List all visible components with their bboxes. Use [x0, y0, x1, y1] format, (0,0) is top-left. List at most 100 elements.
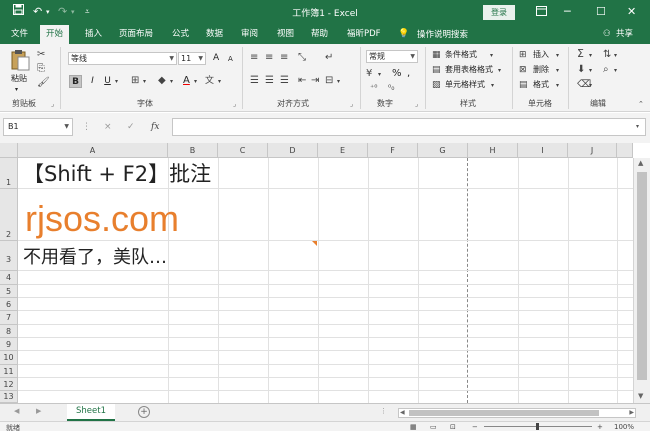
- font-color-button[interactable]: A: [183, 75, 190, 87]
- cell-a3[interactable]: 不用看了，美队…: [23, 246, 167, 270]
- align-middle-icon[interactable]: ≡: [265, 52, 273, 64]
- align-top-icon[interactable]: ≡: [250, 52, 258, 64]
- underline-button[interactable]: U: [101, 75, 114, 88]
- enter-formula-button[interactable]: ✓: [127, 122, 135, 132]
- column-header[interactable]: [617, 143, 633, 158]
- row-header[interactable]: 13: [0, 391, 18, 403]
- column-header[interactable]: B: [168, 143, 218, 158]
- fill-icon[interactable]: ⬇: [577, 64, 585, 76]
- chevron-down-icon[interactable]: ▾: [556, 65, 559, 77]
- insert-function-button[interactable]: fx: [151, 122, 159, 132]
- chevron-down-icon[interactable]: ▾: [15, 84, 18, 96]
- row-header[interactable]: 10: [0, 351, 18, 365]
- zoom-in-icon[interactable]: +: [597, 423, 603, 431]
- find-select-icon[interactable]: ⌕: [603, 64, 609, 76]
- ribbon-display-icon[interactable]: [536, 5, 547, 21]
- decrease-indent-icon[interactable]: ⇤: [298, 75, 306, 87]
- currency-icon[interactable]: ¥: [366, 68, 372, 80]
- chevron-down-icon[interactable]: ▾: [556, 50, 559, 62]
- row-header[interactable]: 12: [0, 378, 18, 391]
- number-format-select[interactable]: 常规 ▼: [366, 50, 418, 63]
- chevron-down-icon[interactable]: ▾: [218, 76, 221, 88]
- row-header[interactable]: 5: [0, 285, 18, 298]
- insert-cells-button[interactable]: 插入: [533, 49, 549, 61]
- chevron-down-icon[interactable]: ▾: [378, 69, 381, 81]
- tab-split-icon[interactable]: ⋮: [380, 407, 387, 415]
- increase-decimal-icon[interactable]: ⁺⁰: [370, 82, 377, 94]
- comment-indicator[interactable]: [312, 241, 317, 246]
- chevron-down-icon[interactable]: ▾: [589, 65, 592, 77]
- maximize-icon[interactable]: ☐: [596, 4, 606, 20]
- close-icon[interactable]: ✕: [627, 4, 636, 20]
- zoom-out-icon[interactable]: −: [472, 423, 478, 431]
- chevron-down-icon[interactable]: ▾: [170, 76, 173, 88]
- collapse-ribbon-icon[interactable]: ⌃: [638, 98, 644, 110]
- shrink-font-button[interactable]: A: [228, 53, 233, 65]
- worksheet-grid[interactable]: A B C D E F G H I J 1 2 3 4 5 6 7 8 9 10…: [0, 143, 650, 403]
- chevron-down-icon[interactable]: ▾: [143, 76, 146, 88]
- tab-review[interactable]: 审阅: [241, 28, 258, 41]
- align-right-icon[interactable]: ☰: [280, 75, 289, 87]
- column-header[interactable]: D: [268, 143, 318, 158]
- row-header[interactable]: 11: [0, 365, 18, 378]
- page-layout-view-icon[interactable]: ▭: [430, 423, 437, 431]
- chevron-down-icon[interactable]: ▾: [498, 65, 501, 77]
- grow-font-button[interactable]: A: [213, 52, 219, 64]
- scroll-down-icon[interactable]: ▼: [638, 392, 643, 400]
- format-painter-icon[interactable]: 🖌: [37, 77, 50, 89]
- next-sheet-icon[interactable]: ▶: [36, 407, 41, 415]
- dialog-launcher-icon[interactable]: ⌟: [415, 100, 418, 108]
- column-header[interactable]: F: [368, 143, 418, 158]
- sort-filter-icon[interactable]: ⇅: [603, 49, 611, 61]
- chevron-down-icon[interactable]: ▾: [115, 76, 118, 88]
- font-name-select[interactable]: 等线 ▼: [68, 52, 177, 65]
- formula-input[interactable]: [172, 118, 646, 136]
- vertical-scrollbar[interactable]: ▲ ▼: [633, 158, 650, 403]
- normal-view-icon[interactable]: ▦: [410, 423, 417, 431]
- name-box[interactable]: B1 ▼: [3, 118, 73, 136]
- cell-a1[interactable]: 【Shift + F2】批注: [23, 160, 211, 188]
- chevron-down-icon[interactable]: ▾: [490, 50, 493, 62]
- chevron-down-icon[interactable]: ▾: [337, 76, 340, 88]
- column-header[interactable]: C: [218, 143, 268, 158]
- select-all-corner[interactable]: [0, 143, 18, 158]
- dialog-launcher-icon[interactable]: ⌟: [51, 100, 54, 108]
- column-header[interactable]: I: [518, 143, 568, 158]
- chevron-down-icon[interactable]: ▾: [589, 50, 592, 62]
- bold-button[interactable]: B: [69, 75, 82, 88]
- tab-page-layout[interactable]: 页面布局: [119, 28, 153, 41]
- chevron-down-icon[interactable]: ▾: [491, 80, 494, 92]
- conditional-format-button[interactable]: 条件格式: [445, 49, 477, 61]
- minimize-icon[interactable]: ─: [564, 4, 571, 20]
- share-button[interactable]: 共享: [616, 28, 633, 41]
- align-center-icon[interactable]: ☰: [265, 75, 274, 87]
- phonetic-icon[interactable]: 文: [205, 75, 214, 87]
- row-header[interactable]: 3: [0, 241, 18, 271]
- increase-indent-icon[interactable]: ⇥: [311, 75, 319, 87]
- zoom-level[interactable]: 100%: [614, 423, 634, 431]
- paste-button[interactable]: 粘贴: [11, 73, 27, 85]
- tab-data[interactable]: 数据: [206, 28, 223, 41]
- decrease-decimal-icon[interactable]: ⁰₀: [388, 82, 394, 94]
- column-header[interactable]: A: [18, 143, 168, 158]
- row-header[interactable]: 9: [0, 338, 18, 351]
- autosum-icon[interactable]: Σ: [577, 48, 584, 60]
- chevron-down-icon[interactable]: ▾: [614, 50, 617, 62]
- row-header[interactable]: 6: [0, 298, 18, 311]
- tell-me-search[interactable]: 操作说明搜索: [417, 28, 468, 40]
- cell-a2[interactable]: rjsos.com: [25, 198, 179, 240]
- scroll-right-icon[interactable]: ▶: [629, 409, 634, 416]
- horizontal-scroll-thumb[interactable]: [409, 410, 599, 416]
- percent-button[interactable]: %: [392, 68, 402, 80]
- borders-icon[interactable]: ⊞: [131, 75, 139, 87]
- paste-icon[interactable]: [9, 49, 31, 71]
- format-as-table-button[interactable]: 套用表格格式: [445, 64, 493, 76]
- column-header[interactable]: E: [318, 143, 368, 158]
- login-button[interactable]: 登录: [483, 5, 515, 20]
- row-header[interactable]: 8: [0, 325, 18, 338]
- tab-file[interactable]: 文件: [11, 28, 28, 41]
- row-header[interactable]: 4: [0, 271, 18, 285]
- chevron-down-icon[interactable]: ▾: [194, 76, 197, 88]
- tab-help[interactable]: 帮助: [311, 28, 328, 41]
- chevron-down-icon[interactable]: ▾: [614, 65, 617, 77]
